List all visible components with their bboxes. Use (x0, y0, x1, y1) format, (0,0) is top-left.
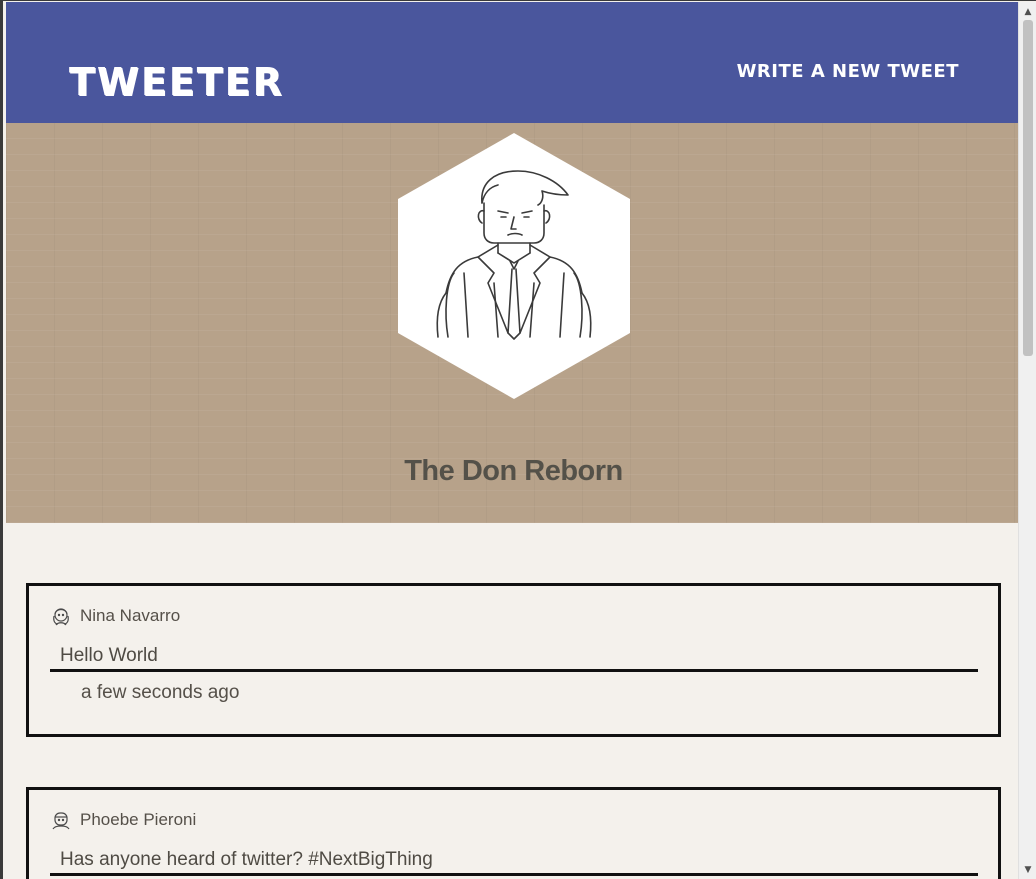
woman-avatar-icon (52, 812, 70, 830)
tweet-text: Hello World (50, 644, 978, 672)
top-navbar: TWEETER WRITE A NEW TWEET (6, 2, 1021, 123)
profile-name: The Don Reborn (404, 455, 623, 487)
scrollbar-thumb[interactable] (1023, 20, 1033, 356)
write-new-tweet-link[interactable]: WRITE A NEW TWEET (737, 61, 959, 82)
girl-avatar-icon (53, 608, 69, 626)
tweet-user: Phoebe Pieroni (50, 808, 196, 832)
scroll-up-arrow-icon[interactable]: ▲ (1019, 4, 1036, 20)
tweet-user-name[interactable]: Phoebe Pieroni (80, 810, 196, 830)
page-viewport: TWEETER WRITE A NEW TWEET The Don Reborn… (6, 2, 1021, 879)
scroll-down-arrow-icon[interactable]: ▼ (1019, 862, 1036, 878)
tweet-user: Nina Navarro (50, 604, 180, 628)
tweet-card: Phoebe Pieroni Has anyone heard of twitt… (26, 787, 1001, 879)
site-logo[interactable]: TWEETER (69, 60, 284, 104)
tweet-timestamp: a few seconds ago (81, 682, 240, 703)
hexagon-avatar-icon (398, 133, 630, 399)
tweet-card: Nina Navarro Hello World a few seconds a… (26, 583, 1001, 737)
profile-banner: The Don Reborn (6, 123, 1021, 523)
tweet-text: Has anyone heard of twitter? #NextBigThi… (50, 848, 978, 876)
tweet-user-name[interactable]: Nina Navarro (80, 606, 180, 626)
browser-frame: TWEETER WRITE A NEW TWEET The Don Reborn… (0, 0, 1036, 879)
vertical-scrollbar[interactable]: ▲ ▼ (1018, 2, 1036, 879)
